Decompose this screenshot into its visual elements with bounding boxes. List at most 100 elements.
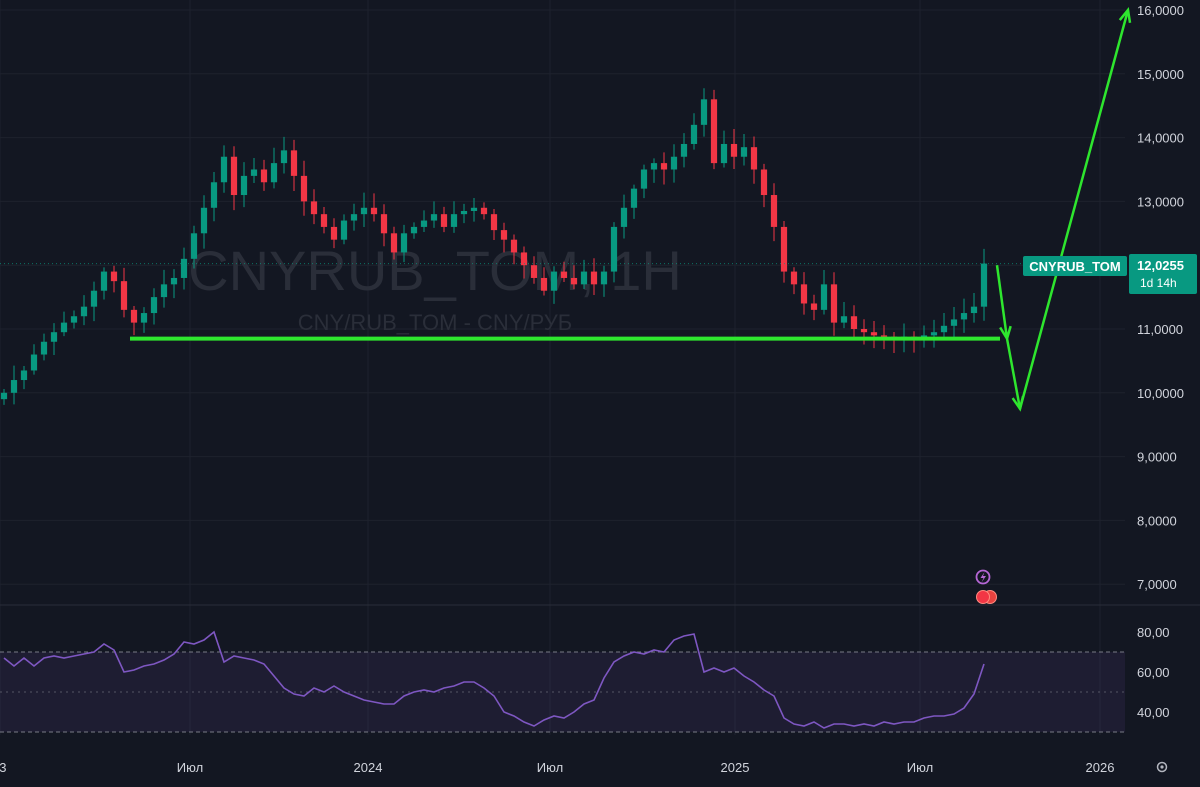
candle-body: [700, 99, 708, 125]
price-tick-label: 10,0000: [1137, 386, 1184, 401]
candle-body: [260, 169, 268, 183]
rsi-tick-label: 60,00: [1137, 665, 1170, 680]
candle-body: [400, 233, 408, 253]
candle-body: [620, 207, 628, 227]
price-tick-label: 8,0000: [1137, 513, 1177, 528]
last-price-value: 12,0255: [1137, 258, 1184, 273]
time-tick-label: 2025: [721, 760, 750, 775]
candle-body: [0, 392, 8, 400]
candle-body: [730, 143, 738, 157]
rsi-tick-label: 40,00: [1137, 705, 1170, 720]
candle-body: [220, 156, 228, 183]
candle-body: [300, 175, 308, 202]
price-tick-label: 9,0000: [1137, 450, 1177, 465]
candle-body: [50, 332, 58, 342]
candle-body: [440, 214, 448, 227]
time-tick-label: Июл: [907, 760, 933, 775]
candle-body: [30, 354, 38, 371]
candle-body: [970, 306, 978, 314]
candle-body: [420, 220, 428, 227]
candle-body: [980, 263, 988, 307]
candle-body: [290, 150, 298, 176]
candle-body: [340, 220, 348, 240]
candle-body: [490, 214, 498, 231]
time-tick-label: Июл: [537, 760, 563, 775]
candle-body: [860, 329, 868, 333]
candle-body: [200, 207, 208, 234]
rsi-tick-label: 80,00: [1137, 625, 1170, 640]
candle-body: [360, 207, 368, 215]
candle-body: [170, 277, 178, 285]
candle-body: [60, 322, 68, 333]
candle-body: [740, 147, 748, 157]
candle-body: [940, 325, 948, 333]
dividend-event-icon[interactable]: [976, 590, 990, 604]
candle-body: [880, 335, 888, 337]
candle-body: [150, 297, 158, 314]
candle-body: [190, 233, 198, 259]
candle-body: [70, 316, 78, 323]
candle-body: [250, 169, 258, 176]
candle-body: [540, 277, 548, 291]
candle-body: [210, 182, 218, 208]
candle-body: [270, 163, 278, 183]
price-chart[interactable]: CNYRUB_TOM, 1H CNY/RUB_TOM - CNY/РУБ 16,…: [0, 0, 1200, 787]
candle-body: [40, 341, 48, 355]
candle-body: [330, 226, 338, 240]
candle-body: [690, 124, 698, 144]
candle-body: [120, 281, 128, 310]
candle-body: [230, 156, 238, 196]
candle-body: [760, 169, 768, 196]
candle-body: [870, 332, 878, 336]
candle-body: [670, 156, 678, 170]
candle-body: [950, 319, 958, 326]
candle-body: [530, 265, 538, 278]
candle-body: [660, 163, 668, 170]
candle-body: [410, 226, 418, 234]
watermark-symbol: CNYRUB_TOM, 1H: [188, 239, 682, 302]
candle-body: [20, 370, 28, 381]
candle-body: [430, 214, 438, 221]
candle-body: [780, 226, 788, 272]
candle-body: [470, 207, 478, 211]
candle-body: [850, 316, 858, 329]
candle-body: [460, 210, 468, 215]
candle-body: [500, 230, 508, 240]
candle-body: [160, 284, 168, 298]
candle-body: [380, 214, 388, 234]
candle-body: [140, 313, 148, 323]
candle-body: [610, 226, 618, 272]
candle-body: [600, 271, 608, 285]
candle-body: [280, 150, 288, 164]
candle-body: [680, 143, 688, 157]
candle-body: [800, 284, 808, 304]
candle-body: [630, 188, 638, 208]
candle-body: [790, 271, 798, 285]
candle-body: [770, 195, 778, 227]
last-price-symbol-label: CNYRUB_TOM: [1029, 259, 1121, 274]
watermark-description: CNY/RUB_TOM - CNY/РУБ: [298, 310, 572, 335]
candle-body: [710, 99, 718, 164]
candle-body: [570, 277, 578, 285]
candle-body: [130, 309, 138, 323]
price-tick-label: 14,0000: [1137, 131, 1184, 146]
candle-body: [750, 147, 758, 170]
candle-body: [90, 290, 98, 307]
candle-body: [510, 239, 518, 253]
price-tick-label: 15,0000: [1137, 67, 1184, 82]
bar-countdown: 1d 14h: [1140, 276, 1177, 290]
time-tick-label: 2024: [354, 760, 383, 775]
candle-body: [480, 207, 488, 215]
candle-body: [590, 271, 598, 285]
candle-body: [240, 175, 248, 196]
candle-body: [80, 306, 88, 317]
candle-body: [640, 169, 648, 189]
candle-body: [930, 332, 938, 336]
candle-body: [830, 284, 838, 323]
time-tick-label: Июл: [177, 760, 203, 775]
candle-body: [650, 163, 658, 170]
price-tick-label: 7,0000: [1137, 577, 1177, 592]
candle-body: [810, 303, 818, 310]
price-tick-label: 13,0000: [1137, 194, 1184, 209]
candle-body: [100, 271, 108, 291]
